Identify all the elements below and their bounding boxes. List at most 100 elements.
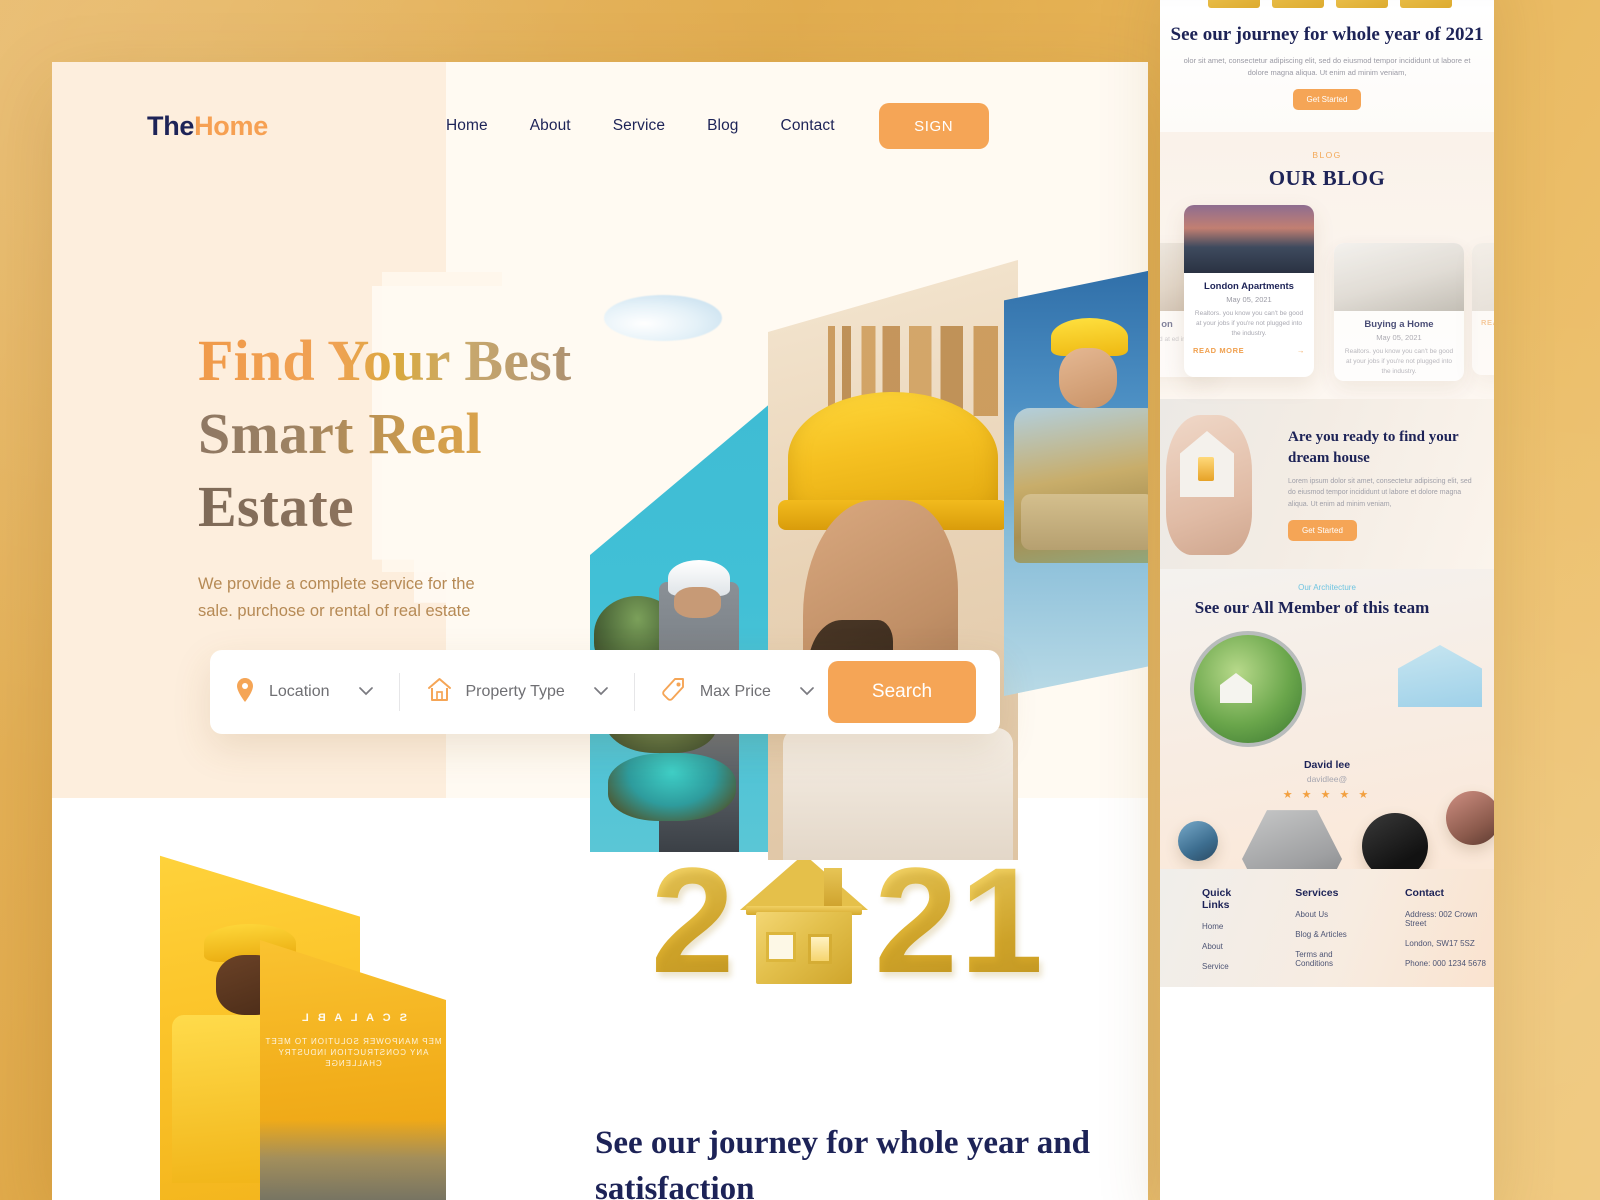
hero-title-line-2: Smart Real [198, 397, 598, 470]
year-digit-2: 2 [650, 836, 735, 1004]
dream-body-text: Lorem ipsum dolor sit amet, consectetur … [1288, 477, 1472, 508]
blog-card-title: London Apartments [1204, 281, 1294, 292]
house-window-left [766, 932, 797, 962]
site-header: TheHome Home About Service Blog Contact … [52, 62, 1148, 190]
preview-footer: Quick Links Home About Service Services … [1160, 869, 1494, 987]
rating-stars: ★ ★ ★ ★ ★ [1282, 789, 1372, 801]
avatar[interactable] [1242, 810, 1342, 869]
blog-card[interactable]: Buying a Home May 05, 2021 Realtors. you… [1334, 243, 1464, 381]
footer-link[interactable]: Terms and Conditions [1295, 950, 1367, 968]
team-heading: See our All Member of this team [1194, 598, 1430, 617]
blog-tag-label: BLOG [1312, 150, 1342, 160]
blog-card-text: Realtors. you know you can't be good at … [1344, 348, 1454, 375]
hero-subtitle: We provide a complete service for the sa… [198, 575, 475, 620]
blog-card-text: Realtors. you know you can't be good at … [1194, 310, 1304, 337]
dream-heading: Are you ready to find your dream house [1288, 428, 1459, 466]
team-tag-label: Our Architecture [1298, 583, 1356, 592]
year-digit-1: 1 [959, 836, 1044, 1004]
nav-item-contact[interactable]: Contact [781, 117, 835, 135]
property-search-bar: Location Property Type Max Price Search [210, 650, 1000, 734]
search-field-location[interactable]: Location [234, 677, 373, 708]
nav-item-service[interactable]: Service [613, 117, 665, 135]
poster-subtitle-text: MEP MANPOWER SOLUTION TO MEET ANY CONSTR… [264, 1037, 442, 1068]
hero-text-block: Find Your Best Smart Real Estate We prov… [198, 324, 598, 625]
avatar[interactable] [1362, 813, 1428, 869]
footer-link[interactable]: About Us [1295, 910, 1367, 919]
search-field-property-type[interactable]: Property Type [426, 676, 608, 708]
blog-card-body: Buying a Home May 05, 2021 Realtors. you… [1334, 311, 1464, 377]
preview-blog-section: BLOG OUR BLOG on e good at ed into Londo… [1160, 132, 1494, 399]
avatar[interactable] [1178, 821, 1218, 861]
read-more-label: READ MORE [1193, 346, 1245, 355]
engineer-face [673, 586, 722, 618]
preview-get-started-button-2[interactable]: Get Started [1288, 520, 1357, 542]
blog-section-title: OUR BLOG [1268, 166, 1386, 190]
blog-card-title: Buying a Home [1364, 319, 1434, 330]
footer-contact-address: Address: 002 Crown Street [1404, 910, 1478, 928]
blog-card-readmore[interactable]: REA [1472, 311, 1494, 327]
property-type-label: Property Type [465, 683, 565, 700]
blog-card-body: London Apartments May 05, 2021 Realtors.… [1184, 273, 1314, 339]
chevron-down-icon[interactable] [800, 683, 814, 701]
preview-hero-block: See our journey for whole year of 2021 o… [1160, 8, 1494, 132]
preview-team-section: Our Architecture See our All Member of t… [1160, 569, 1494, 869]
blog-card[interactable]: REA [1472, 243, 1494, 375]
crossed-arms [1020, 493, 1148, 550]
footer-contact-phone: Phone: 000 1234 5678 [1404, 959, 1486, 968]
footer-column-services: Services About Us Blog & Articles Terms … [1295, 887, 1367, 987]
footer-link[interactable]: Service [1202, 962, 1257, 971]
house-glow-window [1198, 457, 1214, 481]
nav-item-about[interactable]: About [530, 117, 571, 135]
brand-logo[interactable]: TheHome [147, 111, 268, 142]
avatar[interactable] [1446, 791, 1494, 845]
footer-heading: Quick Links [1202, 887, 1232, 911]
location-pin-icon [234, 677, 256, 708]
search-divider-2 [633, 673, 635, 711]
cloud-graphic [604, 295, 722, 341]
logo-text-home: Home [194, 110, 268, 141]
hero-title-line-1: Find Your Best [198, 324, 598, 397]
footer-heading: Contact [1404, 887, 1445, 899]
blog-card-image [1184, 205, 1314, 273]
house-icon [426, 676, 453, 708]
nav-item-blog[interactable]: Blog [707, 117, 738, 135]
gold-box [1336, 0, 1388, 8]
blog-card-image [1334, 243, 1464, 311]
blog-card-readmore[interactable]: READ MORE [1334, 377, 1464, 381]
gold-box [1272, 0, 1324, 8]
poster-workers-group [260, 1120, 446, 1200]
hero-image-hardhat-skyline [768, 260, 1018, 860]
blog-card-date: May 05, 2021 [1376, 333, 1422, 342]
search-button[interactable]: Search [828, 661, 976, 723]
footer-column-quick-links: Quick Links Home About Service [1202, 887, 1257, 987]
footer-link[interactable]: Home [1202, 922, 1257, 931]
white-shirt [783, 728, 1013, 860]
footer-heading: Services [1295, 887, 1339, 899]
hero-image-engineer-islands [590, 402, 772, 852]
chevron-down-icon[interactable] [593, 683, 608, 701]
arrow-right-icon: → [1296, 346, 1305, 355]
chevron-down-icon[interactable] [358, 683, 373, 701]
preview-get-started-button-1[interactable]: Get Started [1292, 89, 1362, 110]
footer-link[interactable]: About [1202, 942, 1257, 951]
team-member-email: davidlee@ [1306, 774, 1348, 784]
nav-item-home[interactable]: Home [446, 117, 488, 135]
journey-heading: See our journey for whole year and satis… [595, 1125, 1090, 1200]
team-avatar-row [1160, 791, 1494, 869]
blog-card-readmore[interactable]: READ MORE → [1184, 339, 1314, 355]
location-label: Location [269, 683, 330, 700]
gold-box [1208, 0, 1260, 8]
preview-hero-body: olor sit amet, consectetur adipiscing el… [1183, 56, 1471, 77]
blog-card[interactable]: London Apartments May 05, 2021 Realtors.… [1184, 205, 1314, 377]
footer-contact-city: London, SW17 5SZ [1404, 939, 1475, 948]
footer-link[interactable]: Blog & Articles [1295, 930, 1367, 939]
search-divider-1 [398, 673, 400, 711]
search-field-max-price[interactable]: Max Price [661, 677, 814, 708]
sign-button[interactable]: SIGN [878, 103, 989, 149]
preview-panel: See our journey for whole year of 2021 o… [1160, 0, 1494, 1200]
team-member-name: David lee [1303, 759, 1351, 771]
preview-hero-boxes [1160, 0, 1494, 8]
max-price-label: Max Price [699, 683, 771, 700]
blog-card-date: May 05, 2021 [1226, 295, 1272, 304]
blog-card-image [1472, 243, 1494, 311]
